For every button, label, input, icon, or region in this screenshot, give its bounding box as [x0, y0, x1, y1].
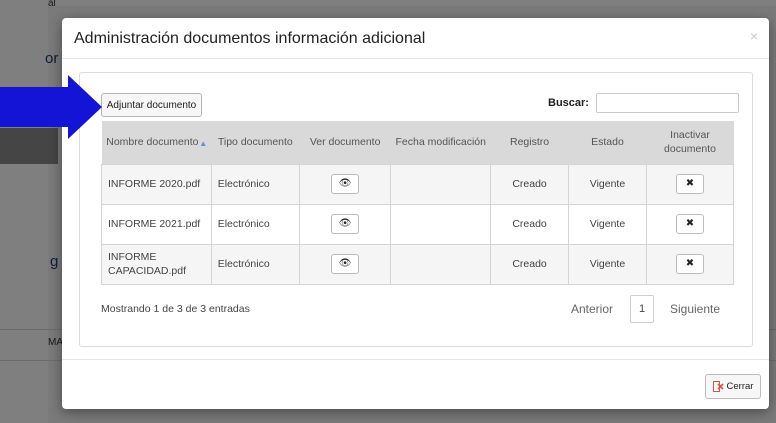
cell-view: 👁	[298, 203, 392, 245]
column-header-label: Inactivar documento	[664, 129, 716, 156]
cell-registro: Creado	[490, 203, 569, 245]
cell-estado: Vigente	[567, 243, 648, 285]
close-file-icon	[712, 381, 724, 392]
cell-type: Electrónico	[210, 203, 300, 245]
table-row: INFORME CAPACIDAD.pdf Electrónico 👁 Crea…	[101, 243, 734, 285]
cell-estado: Vigente	[567, 203, 648, 245]
cell-date	[390, 243, 492, 285]
pagination-page-1[interactable]: 1	[630, 295, 654, 323]
cell-view: 👁	[298, 163, 392, 205]
table-header-row: Nombre documento ▲ Tipo documento Ver do…	[101, 121, 734, 164]
cell-registro: Creado	[490, 243, 569, 285]
table-row: INFORME 2020.pdf Electrónico 👁 Creado Vi…	[101, 163, 734, 205]
column-header-registro[interactable]: Registro	[491, 121, 569, 164]
x-icon: ✖	[685, 178, 695, 189]
column-header-name[interactable]: Nombre documento ▲	[102, 121, 212, 164]
column-header-label: Tipo documento	[217, 136, 293, 149]
column-header-date[interactable]: Fecha modificación	[391, 121, 491, 164]
column-header-label: Nombre documento	[106, 136, 199, 149]
eye-icon: 👁	[338, 178, 352, 189]
pagination-next[interactable]: Siguiente	[670, 297, 720, 321]
attach-document-button[interactable]: Adjuntar documento	[101, 93, 202, 117]
pagination-previous[interactable]: Anterior	[571, 297, 613, 321]
view-document-button[interactable]: 👁	[331, 174, 360, 194]
cell-estado: Vigente	[567, 163, 648, 205]
cell-deactivate: ✖	[646, 243, 734, 285]
sort-ascending-icon: ▲	[199, 139, 208, 148]
cell-view: 👁	[298, 243, 392, 285]
modal-title: Administración documentos información ad…	[74, 30, 426, 47]
cell-name: INFORME 2021.pdf	[101, 203, 212, 245]
cell-name: INFORME 2020.pdf	[101, 163, 212, 205]
eye-icon: 👁	[338, 218, 352, 229]
pointer-arrow-icon	[0, 75, 102, 139]
deactivate-document-button[interactable]: ✖	[676, 254, 704, 274]
column-header-label: Ver documento	[309, 136, 381, 149]
cell-deactivate: ✖	[646, 203, 734, 245]
cell-registro: Creado	[490, 163, 569, 205]
close-button-label: Cerrar	[726, 381, 754, 392]
column-header-label: Registro	[509, 136, 550, 149]
cell-date	[390, 203, 492, 245]
column-header-view[interactable]: Ver documento	[299, 121, 390, 164]
cell-date	[390, 163, 492, 205]
column-header-deactivate[interactable]: Inactivar documento	[647, 121, 734, 164]
cell-type: Electrónico	[210, 243, 300, 285]
column-header-estado[interactable]: Estado	[568, 121, 646, 164]
eye-icon: 👁	[338, 258, 352, 269]
cell-type: Electrónico	[210, 163, 300, 205]
deactivate-document-button[interactable]: ✖	[676, 214, 704, 234]
modal-footer-divider	[62, 359, 769, 360]
search-input[interactable]	[596, 93, 739, 113]
column-header-type[interactable]: Tipo documento	[211, 121, 299, 164]
table-row: INFORME 2021.pdf Electrónico 👁 Creado Vi…	[101, 203, 734, 245]
column-header-label: Estado	[591, 136, 624, 149]
documents-panel: Adjuntar documento Buscar: Nombre docume…	[79, 72, 753, 347]
column-header-label: Fecha modificación	[395, 136, 486, 149]
modal-header-divider	[62, 58, 769, 59]
close-icon[interactable]: ×	[750, 28, 758, 44]
documents-modal: Administración documentos información ad…	[62, 18, 769, 409]
search-label: Buscar:	[548, 97, 589, 109]
x-icon: ✖	[685, 258, 695, 269]
documents-table: Nombre documento ▲ Tipo documento Ver do…	[101, 121, 734, 285]
x-icon: ✖	[685, 218, 695, 229]
cell-deactivate: ✖	[646, 163, 734, 205]
cell-name: INFORME CAPACIDAD.pdf	[101, 243, 212, 285]
close-modal-button[interactable]: Cerrar	[705, 374, 761, 399]
view-document-button[interactable]: 👁	[331, 214, 360, 234]
view-document-button[interactable]: 👁	[331, 254, 360, 274]
deactivate-document-button[interactable]: ✖	[676, 174, 704, 194]
table-info: Mostrando 1 de 3 de 3 entradas	[101, 303, 250, 315]
